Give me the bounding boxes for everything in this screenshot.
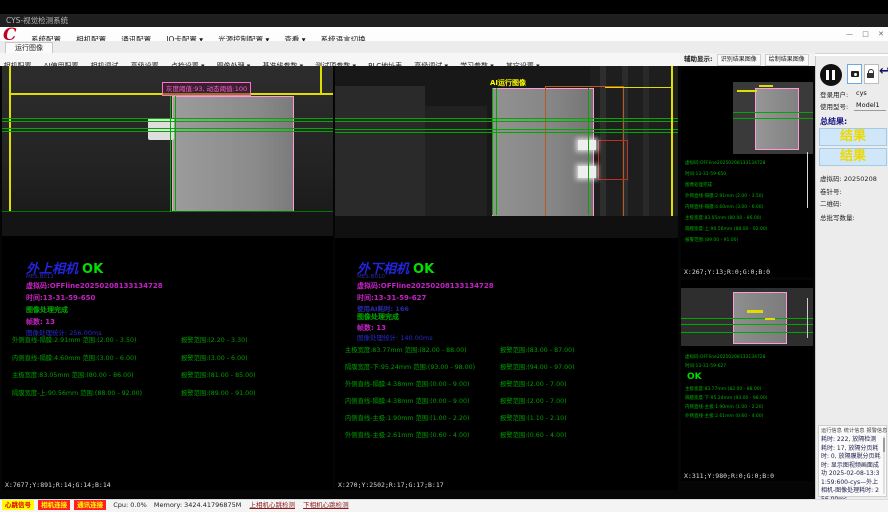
control-sidebar: ↩ 登录用户: cys 使用型号: Model1 总结果: 结果 结果 虚拟码:… <box>815 56 888 500</box>
upper-camera-heartbeat-link[interactable]: 上相机心跳检测 <box>249 501 295 509</box>
needle-no-label: 卷针号: <box>820 186 842 196</box>
close-icon[interactable]: ✕ <box>878 30 884 38</box>
result-box-lower: 结果 <box>819 148 887 166</box>
camera-panel-lower-outer: AI运行图像 外下相机OK MES:B010 虚拟码:OFFline202502… <box>335 66 678 489</box>
threshold-overlay: 灰度阈值:93, 动态阈值:100 <box>162 82 251 96</box>
model-label: 使用型号: <box>820 101 848 111</box>
aux-thumbnail-2[interactable]: 虚拟码:OFFline20250208133134728 时间:13-31-59… <box>681 280 813 481</box>
batch-count-label: 总批写数量: <box>820 212 855 222</box>
thumb-result-ok: OK <box>687 372 702 382</box>
total-result-label: 总结果: <box>820 116 847 127</box>
pixel-coords-readout: X:311;Y:980;R:0;G:0;B:0 <box>681 472 813 481</box>
process-done-line: 图像处理完成 <box>357 312 399 322</box>
time-line: 时间:13-31-59-650 <box>26 293 95 303</box>
camera-connect-badge: 相机连接 <box>38 500 70 510</box>
thumbnail-image <box>733 82 813 154</box>
run-info-box: 运行信息统计信息报警信息 耗时: 222, 放隔检测耗时: 17, 放隔分页耗时… <box>818 425 887 497</box>
measure-row: 内侧直线-隔膜:4.38mm 范围:(0.00 - 9.00)报警范围:(2.0… <box>345 396 675 406</box>
time-line: 时间:13-31-59-627 <box>357 293 426 303</box>
run-info-text: 耗时: 222, 放隔检测耗时: 17, 放隔分页耗时: 0, 放隔膜脱分页耗时… <box>821 436 881 504</box>
measure-row: 外侧直线-隔膜:4.38mm 范围:(0.00 - 9.00)报警范围:(2.0… <box>345 379 675 389</box>
tab-drawn-result[interactable]: 绘制结果图像 <box>765 54 809 66</box>
model-value[interactable]: Model1 <box>856 101 880 109</box>
result-ok: OK <box>82 262 103 277</box>
measure-row: 内侧直线-隔膜:4.60mm 范围:(3.00 - 6.00)报警范围:(3.0… <box>12 353 330 363</box>
heartbeat-badge: 心跳信号 <box>2 500 34 510</box>
camera-toggle-button[interactable] <box>847 64 862 84</box>
measure-row: 内侧直线-主极:1.90mm 范围:(1.00 - 2.20)报警范围:(1.1… <box>345 413 675 423</box>
login-user-label: 登录用户: <box>820 89 848 99</box>
measure-row: 隔膜宽度-下:95.24mm 范围:(93.00 - 98.00)报警范围:(9… <box>345 362 675 372</box>
result-ok: OK <box>413 262 434 277</box>
comm-connect-badge: 通讯连接 <box>74 500 106 510</box>
measure-row: 隔膜宽度-上:90.56mm 范围:(88.00 - 92.00)报警范围:(8… <box>12 388 330 398</box>
qrcode-label: 二维码: <box>820 198 842 208</box>
result-box-upper: 结果 <box>819 128 887 146</box>
process-stat-line: 图像处理统计: 140.00ms <box>357 332 433 342</box>
thumbnail-image <box>681 288 813 346</box>
top-black-strip <box>0 0 888 14</box>
pixel-coords-readout: X:270;Y:2502;R:17;G:17;B:17 <box>335 481 678 490</box>
camera-icon <box>851 71 859 77</box>
tab-recognition-result[interactable]: 识别结果图像 <box>717 54 761 66</box>
login-user-value[interactable]: cys <box>856 89 867 97</box>
barcode-line: 虚拟码:OFFline20250208133134728 <box>357 281 494 291</box>
pixel-coords-readout: X:267;Y:13;R:0;G:0;B:0 <box>681 268 813 277</box>
menu-bar: C 系统配置 相机配置 通讯配置 IO卡配置 ▾ 光源控制配置 ▾ 查看 ▾ 系… <box>0 27 888 42</box>
camera-image-lower[interactable]: AI运行图像 <box>335 66 678 238</box>
minimize-icon[interactable]: — <box>846 30 853 38</box>
virtual-code-label: 虚拟码: 20250208 <box>820 173 877 183</box>
measure-row: 主极宽度:83.05mm 范围:(80.00 - 86.00)报警范围:(81.… <box>12 370 330 380</box>
aux-thumbnail-1[interactable]: 虚拟码:OFFline20250208133134728 时间:13-31-59… <box>681 68 813 277</box>
tab-alarm-info[interactable]: 报警信息 <box>867 428 888 434</box>
camera-image-upper[interactable]: 灰度阈值:93, 动态阈值:100 <box>2 66 333 236</box>
pause-button[interactable] <box>820 64 842 86</box>
electrode-object <box>172 96 294 214</box>
back-arrow-icon[interactable]: ↩ <box>879 64 888 79</box>
frame-count-line: 帧数: 13 <box>26 317 55 327</box>
maximize-icon[interactable]: □ <box>862 30 869 38</box>
lock-icon <box>867 73 874 78</box>
aux-display-header: 辅助显示: 识别结果图像 绘制结果图像 <box>680 53 815 66</box>
tab-run-info[interactable]: 运行信息 <box>821 428 842 434</box>
aux-display-label: 辅助显示: <box>684 55 713 63</box>
mes-line: MES:B010 <box>357 274 385 280</box>
cpu-usage: Cpu: 0.0% <box>113 501 147 509</box>
tab-stat-info[interactable]: 统计信息 <box>844 428 865 434</box>
info-scrollbar[interactable] <box>883 436 885 494</box>
lock-toggle-button[interactable] <box>864 64 879 84</box>
measure-row: 主极宽度:83.77mm 范围:(82.00 - 88.00)报警范围:(83.… <box>345 345 675 355</box>
measure-row: 外侧直线-隔膜:2.91mm 范围:(2.00 - 3.50)报警范围:(2.2… <box>12 335 330 345</box>
lower-camera-heartbeat-link[interactable]: 下相机心跳检测 <box>303 501 349 509</box>
barcode-line: 虚拟码:OFFline20250208133134728 <box>26 281 163 291</box>
pixel-coords-readout: X:7677;Y:891;R:14;G:14;B:14 <box>2 481 333 490</box>
toolbar: 相机配置 AI使用配置 相机调试 高级设置 点检设置 ▾ 图像处理 ▾ 基准线参… <box>0 53 680 66</box>
measure-row: 外侧直线-主极:2.61mm 范围:(0.60 - 4.00)报警范围:(0.6… <box>345 430 675 440</box>
memory-usage: Memory: 3424.41796875M <box>154 501 242 509</box>
mes-line: MES:B011 <box>26 274 54 280</box>
app-window: CYS-视觉检测系统 C 系统配置 相机配置 通讯配置 IO卡配置 ▾ 光源控制… <box>0 0 888 522</box>
window-title: CYS-视觉检测系统 <box>0 14 888 27</box>
process-done-line: 图像处理完成 <box>26 305 68 315</box>
defect-box <box>598 140 628 180</box>
status-bar: 心跳信号 相机连接 通讯连接 Cpu: 0.0% Memory: 3424.41… <box>0 499 888 512</box>
camera-panel-upper-outer: 灰度阈值:93, 动态阈值:100 外上相机OK MES:B011 虚拟码:OF… <box>2 66 333 489</box>
ai-image-overlay-label: AI运行图像 <box>490 78 526 88</box>
